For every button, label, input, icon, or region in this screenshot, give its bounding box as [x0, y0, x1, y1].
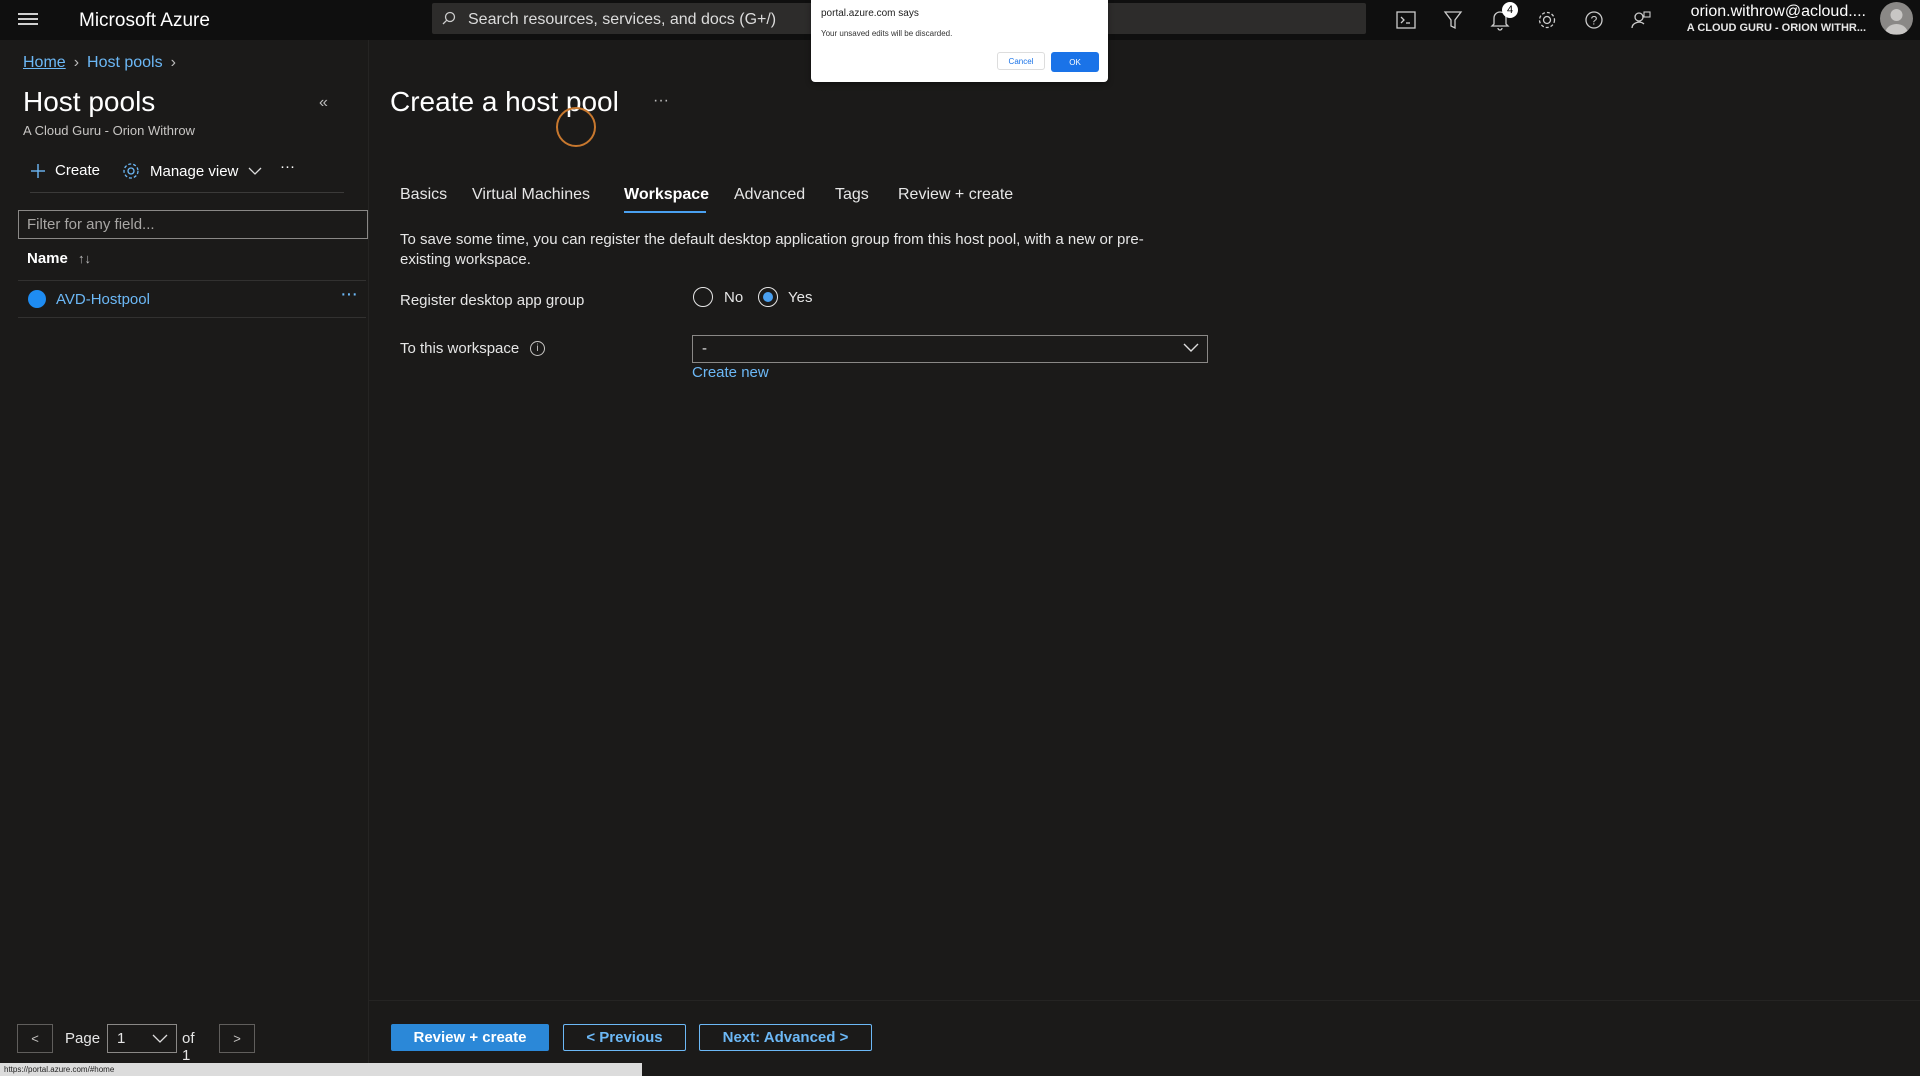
breadcrumb-host-pools[interactable]: Host pools [87, 54, 163, 71]
radio-yes-label[interactable]: Yes [788, 289, 812, 306]
workspace-description: To save some time, you can register the … [400, 231, 1144, 268]
left-pane-title: Host pools [23, 86, 156, 117]
page-select-value: 1 [117, 1030, 126, 1047]
gear-icon [123, 163, 139, 179]
dialog-cancel-button[interactable]: Cancel [997, 52, 1045, 70]
notification-count-badge: 4 [1502, 2, 1518, 18]
collapse-pane-icon[interactable]: « [319, 94, 328, 112]
create-new-workspace-link[interactable]: Create new [692, 364, 769, 381]
radio-yes[interactable] [758, 287, 778, 307]
radio-no[interactable] [693, 287, 713, 307]
register-app-group-label: Register desktop app group [400, 292, 585, 309]
filter-input[interactable] [19, 211, 359, 238]
chevron-down-icon [152, 1034, 168, 1043]
chevron-down-icon [1183, 343, 1199, 352]
table-row[interactable]: AVD-Hostpool ··· [18, 280, 366, 318]
tab-workspace[interactable]: Workspace [624, 186, 709, 204]
directory-filter-icon[interactable] [1440, 7, 1466, 33]
host-pool-link[interactable]: AVD-Hostpool [56, 291, 150, 308]
tab-review-create[interactable]: Review + create [898, 186, 1013, 204]
tab-virtual-machines[interactable]: Virtual Machines [472, 186, 590, 204]
create-label: Create [55, 162, 101, 179]
tab-basics[interactable]: Basics [400, 186, 447, 204]
manage-view-label: Manage view [150, 162, 239, 180]
name-column-header[interactable]: Name ↑↓ [27, 250, 91, 267]
hamburger-menu-icon[interactable] [18, 10, 38, 30]
left-pane-subtitle: A Cloud Guru - Orion Withrow [23, 123, 195, 138]
breadcrumb: Home › Host pools › [23, 54, 184, 72]
cursor-highlight [556, 107, 596, 147]
manage-view-button[interactable]: Manage view [122, 162, 262, 180]
brand-title[interactable]: Microsoft Azure [79, 10, 210, 32]
confirm-dialog: portal.azure.com says Your unsaved edits… [811, 0, 1108, 82]
chevron-right-icon: › [73, 54, 80, 71]
plus-icon [31, 163, 45, 178]
status-bar-url: https://portal.azure.com/#home [0, 1063, 642, 1076]
page-select[interactable]: 1 [107, 1024, 177, 1053]
account-info[interactable]: orion.withrow@acloud.... A CLOUD GURU - … [1686, 3, 1866, 34]
row-more-button[interactable]: ··· [340, 283, 358, 306]
tab-advanced[interactable]: Advanced [734, 186, 805, 204]
search-icon [442, 11, 456, 25]
avatar[interactable] [1880, 2, 1913, 35]
previous-button[interactable]: < Previous [563, 1024, 686, 1051]
sort-icon[interactable]: ↑↓ [78, 251, 91, 266]
breadcrumb-home[interactable]: Home [23, 54, 66, 71]
footer-divider [369, 1000, 1920, 1001]
tab-tags[interactable]: Tags [835, 186, 869, 204]
info-icon[interactable]: i [530, 341, 545, 356]
dialog-message: Your unsaved edits will be discarded. [821, 29, 953, 38]
workspace-label: To this workspace [400, 340, 520, 357]
host-pool-icon [28, 290, 46, 308]
workspace-dropdown-value: - [702, 340, 707, 357]
account-org: A CLOUD GURU - ORION WITHR... [1686, 22, 1866, 34]
filter-field[interactable] [18, 210, 368, 239]
more-options-button[interactable]: ··· [280, 158, 295, 175]
cloud-shell-icon[interactable] [1393, 7, 1419, 33]
page-label: Page [65, 1030, 101, 1047]
left-toolbar: Create Manage view ··· [30, 158, 344, 193]
prev-page-button[interactable]: < [17, 1024, 53, 1053]
next-page-button[interactable]: > [219, 1024, 255, 1053]
help-icon[interactable]: ? [1581, 7, 1607, 33]
dialog-title: portal.azure.com says [821, 8, 919, 19]
chevron-right-icon: › [170, 54, 176, 71]
feedback-icon[interactable] [1628, 7, 1654, 33]
account-email: orion.withrow@acloud.... [1690, 3, 1866, 20]
of-pages-label: of 1 [182, 1030, 195, 1064]
name-column-label: Name [27, 250, 68, 267]
workspace-dropdown[interactable]: - [692, 335, 1208, 363]
active-tab-indicator [624, 211, 706, 213]
radio-no-label[interactable]: No [724, 289, 743, 306]
dialog-ok-button[interactable]: OK [1051, 52, 1099, 72]
gear-icon[interactable] [1534, 7, 1560, 33]
next-advanced-button[interactable]: Next: Advanced > [699, 1024, 872, 1051]
user-avatar-icon [1885, 9, 1908, 34]
chevron-down-icon [248, 167, 262, 175]
svg-text:?: ? [1591, 14, 1598, 28]
create-button[interactable]: Create [30, 162, 100, 179]
review-create-button[interactable]: Review + create [391, 1024, 549, 1051]
pane-divider [368, 40, 369, 1076]
title-more-button[interactable]: ··· [653, 92, 669, 110]
